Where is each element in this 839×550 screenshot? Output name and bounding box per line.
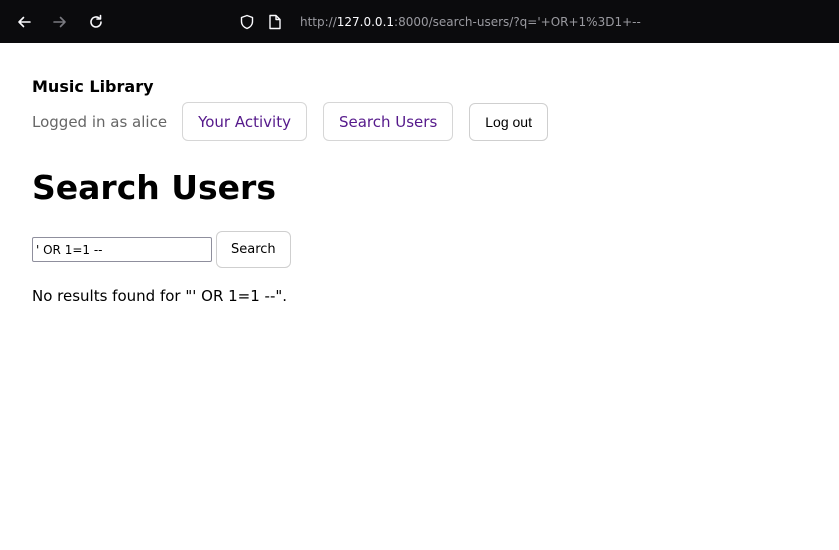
site-title: Music Library [32, 77, 154, 96]
your-activity-link[interactable]: Your Activity [182, 102, 307, 141]
search-button[interactable]: Search [216, 231, 291, 268]
search-input[interactable] [32, 237, 212, 262]
back-arrow-icon [18, 16, 31, 28]
back-button[interactable] [13, 11, 35, 33]
url-host: 127.0.0.1 [336, 15, 395, 29]
forward-button[interactable] [49, 11, 71, 33]
result-message: No results found for "' OR 1=1 --". [32, 287, 288, 305]
page-title: Search Users [32, 168, 276, 207]
page-icon[interactable] [266, 13, 284, 31]
browser-toolbar: http://127.0.0.1:8000/search-users/?q='+… [0, 0, 839, 43]
logged-in-text: Logged in as alice [32, 112, 168, 131]
url-bar[interactable]: http://127.0.0.1:8000/search-users/?q='+… [238, 11, 641, 33]
url-text[interactable]: http://127.0.0.1:8000/search-users/?q='+… [300, 15, 641, 29]
forward-arrow-icon [53, 16, 66, 28]
search-form: Search [32, 231, 291, 268]
nav-bar: Logged in as alice Your Activity Search … [32, 102, 548, 141]
url-rest: :8000/search-users/?q='+OR+1%3D1+-- [394, 15, 641, 29]
reload-icon [90, 14, 102, 28]
logout-button[interactable]: Log out [469, 102, 548, 141]
reload-button[interactable] [85, 11, 107, 33]
search-users-link[interactable]: Search Users [322, 102, 454, 141]
url-prefix: http:// [300, 15, 337, 29]
shield-icon[interactable] [238, 13, 256, 31]
